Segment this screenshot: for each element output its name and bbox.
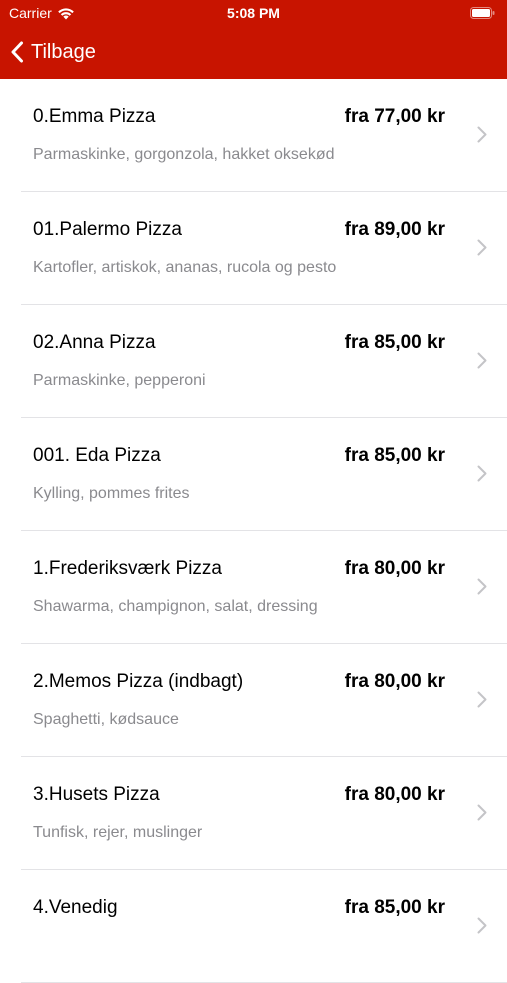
menu-item-name: 3.Husets Pizza: [33, 784, 160, 805]
status-time: 5:08 PM: [227, 5, 280, 21]
navigation-header: Carrier 5:08 PM Tilbage: [0, 0, 507, 79]
menu-item-description: Kartofler, artiskok, ananas, rucola og p…: [33, 259, 337, 276]
chevron-right-icon: [477, 126, 487, 143]
menu-item-name: 2.Memos Pizza (indbagt): [33, 671, 244, 692]
chevron-right-icon: [477, 691, 487, 708]
menu-item-description: Parmaskinke, pepperoni: [33, 372, 206, 389]
menu-item-price: fra 77,00 kr: [344, 106, 445, 127]
pizza-menu-list: 0.Emma Pizza fra 77,00 kr Parmaskinke, g…: [0, 79, 507, 983]
menu-item-price: fra 80,00 kr: [344, 784, 445, 805]
chevron-right-icon: [477, 239, 487, 256]
menu-item-row[interactable]: 4.Venedig fra 85,00 kr: [0, 870, 507, 983]
chevron-right-icon: [477, 465, 487, 482]
menu-item-name: 01.Palermo Pizza: [33, 219, 182, 240]
menu-item-description: Tunfisk, rejer, muslinger: [33, 824, 203, 841]
menu-item-description: Shawarma, champignon, salat, dressing: [33, 598, 318, 615]
menu-item-row[interactable]: 02.Anna Pizza fra 85,00 kr Parmaskinke, …: [0, 305, 507, 418]
menu-item-row[interactable]: 1.Frederiksværk Pizza fra 80,00 kr Shawa…: [0, 531, 507, 644]
menu-item-row[interactable]: 3.Husets Pizza fra 80,00 kr Tunfisk, rej…: [0, 757, 507, 870]
menu-item-row[interactable]: 2.Memos Pizza (indbagt) fra 80,00 kr Spa…: [0, 644, 507, 757]
menu-item-description: Parmaskinke, gorgonzola, hakket oksekød: [33, 146, 335, 163]
menu-item-description: Kylling, pommes frites: [33, 485, 190, 502]
menu-item-row[interactable]: 001. Eda Pizza fra 85,00 kr Kylling, pom…: [0, 418, 507, 531]
menu-item-row[interactable]: 0.Emma Pizza fra 77,00 kr Parmaskinke, g…: [0, 79, 507, 192]
battery-icon: [470, 7, 495, 19]
back-button-label: Tilbage: [31, 40, 96, 63]
menu-item-price: fra 85,00 kr: [344, 332, 445, 353]
menu-item-name: 02.Anna Pizza: [33, 332, 156, 353]
menu-item-name: 0.Emma Pizza: [33, 106, 156, 127]
back-button[interactable]: Tilbage: [10, 36, 96, 68]
menu-item-name: 4.Venedig: [33, 897, 118, 918]
chevron-right-icon: [477, 804, 487, 821]
menu-item-price: fra 80,00 kr: [344, 558, 445, 579]
chevron-right-icon: [477, 352, 487, 369]
menu-item-price: fra 85,00 kr: [344, 897, 445, 918]
menu-item-row[interactable]: 01.Palermo Pizza fra 89,00 kr Kartofler,…: [0, 192, 507, 305]
menu-item-description: Spaghetti, kødsauce: [33, 711, 179, 728]
menu-item-price: fra 85,00 kr: [344, 445, 445, 466]
menu-item-price: fra 89,00 kr: [344, 219, 445, 240]
menu-item-name: 001. Eda Pizza: [33, 445, 161, 466]
menu-item-price: fra 80,00 kr: [344, 671, 445, 692]
status-bar: Carrier 5:08 PM: [0, 0, 507, 28]
menu-item-name: 1.Frederiksværk Pizza: [33, 558, 222, 579]
chevron-right-icon: [477, 917, 487, 934]
chevron-left-icon: [11, 41, 23, 63]
chevron-right-icon: [477, 578, 487, 595]
